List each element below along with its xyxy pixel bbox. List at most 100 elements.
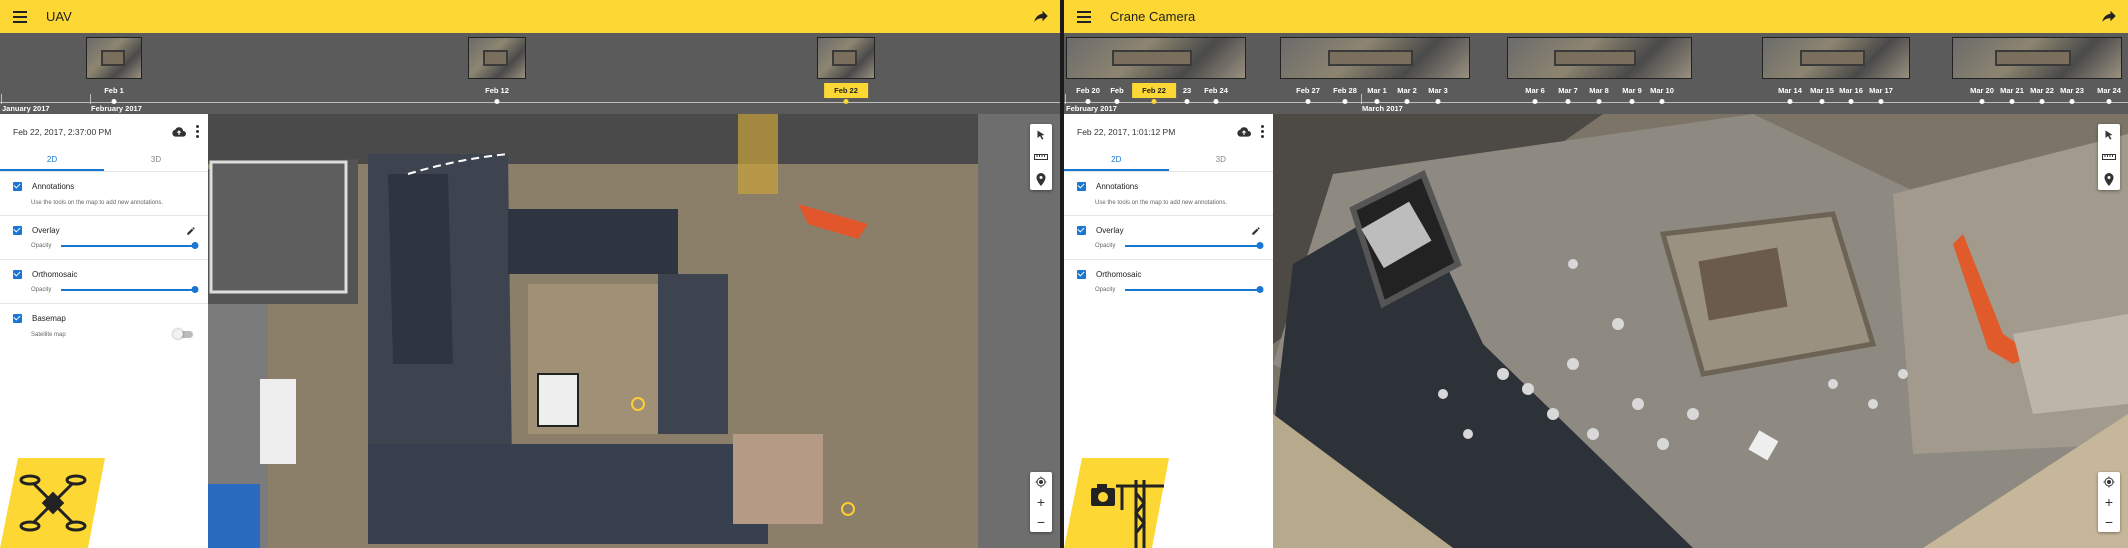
timeline[interactable]: February 2017 March 2017 Feb 20 Feb Feb 22… <box>1064 33 2128 114</box>
menu-icon[interactable] <box>1064 0 1104 33</box>
timeline-date[interactable]: Mar 6 <box>1525 83 1545 98</box>
zoom-in-icon[interactable]: + <box>2098 492 2120 512</box>
timeline[interactable]: January 2017 February 2017 Feb 1 Feb 12 … <box>0 33 1060 114</box>
timeline-tick[interactable] <box>1787 99 1793 104</box>
timeline-tick[interactable] <box>1184 99 1190 104</box>
timeline-tick[interactable] <box>1979 99 1985 104</box>
timeline-thumbnail-group[interactable] <box>1952 37 2122 79</box>
timeline-tick[interactable] <box>2039 99 2045 104</box>
map-view[interactable]: + − <box>1273 114 2128 548</box>
pointer-icon[interactable] <box>2098 124 2120 146</box>
overlay-checkbox[interactable] <box>1077 226 1086 235</box>
timeline-date[interactable]: Mar 10 <box>1650 83 1674 98</box>
timeline-tick[interactable] <box>1819 99 1825 104</box>
timeline-date[interactable]: Feb 24 <box>1204 83 1228 98</box>
timeline-tick[interactable] <box>1085 99 1091 104</box>
timeline-tick[interactable] <box>1374 99 1380 104</box>
timeline-tick[interactable] <box>1596 99 1602 104</box>
timeline-date[interactable]: Mar 16 <box>1839 83 1863 98</box>
ruler-icon[interactable] <box>2098 146 2120 168</box>
timeline-date[interactable]: Mar 9 <box>1622 83 1642 98</box>
timeline-tick[interactable] <box>111 99 117 104</box>
zoom-out-icon[interactable]: − <box>1030 512 1052 532</box>
orthomosaic-opacity-slider[interactable] <box>1125 286 1264 294</box>
timeline-date-selected[interactable]: Feb 22 <box>824 83 868 98</box>
basemap-checkbox[interactable] <box>13 314 22 323</box>
zoom-in-icon[interactable]: + <box>1030 492 1052 512</box>
overlay-checkbox[interactable] <box>13 226 22 235</box>
satellite-map-toggle[interactable] <box>173 329 193 339</box>
timeline-tick[interactable] <box>1848 99 1854 104</box>
timeline-thumbnail-group[interactable] <box>1507 37 1692 79</box>
timeline-date[interactable]: Mar 21 <box>2000 83 2024 98</box>
timeline-tick-selected[interactable] <box>843 99 849 104</box>
timeline-tick[interactable] <box>1435 99 1441 104</box>
timeline-date[interactable]: Mar 7 <box>1558 83 1578 98</box>
timeline-date[interactable]: Feb 27 <box>1296 83 1320 98</box>
timeline-date[interactable]: Feb 28 <box>1333 83 1357 98</box>
timeline-tick[interactable] <box>1404 99 1410 104</box>
more-vert-icon[interactable] <box>196 125 200 139</box>
timeline-thumbnail-group[interactable] <box>1280 37 1470 79</box>
timeline-thumbnail[interactable] <box>86 37 142 79</box>
timeline-date[interactable]: Mar 17 <box>1869 83 1893 98</box>
timeline-tick[interactable] <box>1114 99 1120 104</box>
tab-3d[interactable]: 3D <box>104 150 208 171</box>
orthomosaic-checkbox[interactable] <box>1077 270 1086 279</box>
tab-3d[interactable]: 3D <box>1169 150 1274 171</box>
location-pin-icon[interactable] <box>1030 168 1052 190</box>
slider-knob[interactable] <box>191 242 199 249</box>
timeline-date[interactable]: Feb 20 <box>1076 83 1100 98</box>
more-vert-icon[interactable] <box>1261 125 1265 139</box>
timeline-tick[interactable] <box>1878 99 1884 104</box>
share-icon[interactable] <box>1032 7 1050 25</box>
timeline-date[interactable]: Mar 24 <box>2097 83 2121 98</box>
timeline-tick[interactable] <box>2069 99 2075 104</box>
timeline-date[interactable]: Mar 14 <box>1778 83 1802 98</box>
timeline-date[interactable]: Mar 3 <box>1428 83 1448 98</box>
timeline-date[interactable]: Feb 12 <box>485 83 509 98</box>
timeline-thumbnail-group[interactable] <box>1762 37 1910 79</box>
slider-knob[interactable] <box>1256 242 1264 249</box>
annotations-checkbox[interactable] <box>13 182 22 191</box>
timeline-tick[interactable] <box>1213 99 1219 104</box>
orthomosaic-checkbox[interactable] <box>13 270 22 279</box>
map-view[interactable]: + − <box>208 114 1060 548</box>
locate-icon[interactable] <box>1030 472 1052 492</box>
timeline-thumbnail[interactable] <box>817 37 875 79</box>
timeline-date[interactable]: Mar 2 <box>1397 83 1417 98</box>
timeline-date[interactable]: Mar 1 <box>1367 83 1387 98</box>
pointer-icon[interactable] <box>1030 124 1052 146</box>
timeline-tick[interactable] <box>494 99 500 104</box>
timeline-tick[interactable] <box>1565 99 1571 104</box>
tab-2d[interactable]: 2D <box>1064 150 1169 171</box>
timeline-tick[interactable] <box>1659 99 1665 104</box>
timeline-date[interactable]: Feb <box>1110 83 1123 98</box>
share-icon[interactable] <box>2100 7 2118 25</box>
timeline-tick[interactable] <box>1305 99 1311 104</box>
timeline-tick[interactable] <box>2106 99 2112 104</box>
timeline-tick[interactable] <box>2009 99 2015 104</box>
timeline-date-selected[interactable]: Feb 22 <box>1132 83 1176 98</box>
location-pin-icon[interactable] <box>2098 168 2120 190</box>
timeline-tick[interactable] <box>1342 99 1348 104</box>
timeline-date[interactable]: Mar 22 <box>2030 83 2054 98</box>
slider-knob[interactable] <box>191 286 199 293</box>
overlay-opacity-slider[interactable] <box>1125 242 1264 250</box>
pencil-icon[interactable] <box>186 226 196 236</box>
slider-knob[interactable] <box>1256 286 1264 293</box>
orthomosaic-opacity-slider[interactable] <box>61 286 199 294</box>
overlay-opacity-slider[interactable] <box>61 242 199 250</box>
cloud-upload-icon[interactable] <box>1237 126 1251 138</box>
timeline-tick[interactable] <box>1629 99 1635 104</box>
timeline-tick-selected[interactable] <box>1151 99 1157 104</box>
timeline-date[interactable]: Mar 23 <box>2060 83 2084 98</box>
zoom-out-icon[interactable]: − <box>2098 512 2120 532</box>
timeline-date[interactable]: Mar 20 <box>1970 83 1994 98</box>
timeline-tick[interactable] <box>1532 99 1538 104</box>
tab-2d[interactable]: 2D <box>0 150 104 171</box>
pencil-icon[interactable] <box>1251 226 1261 236</box>
timeline-date[interactable]: Mar 15 <box>1810 83 1834 98</box>
timeline-date[interactable]: Mar 8 <box>1589 83 1609 98</box>
locate-icon[interactable] <box>2098 472 2120 492</box>
